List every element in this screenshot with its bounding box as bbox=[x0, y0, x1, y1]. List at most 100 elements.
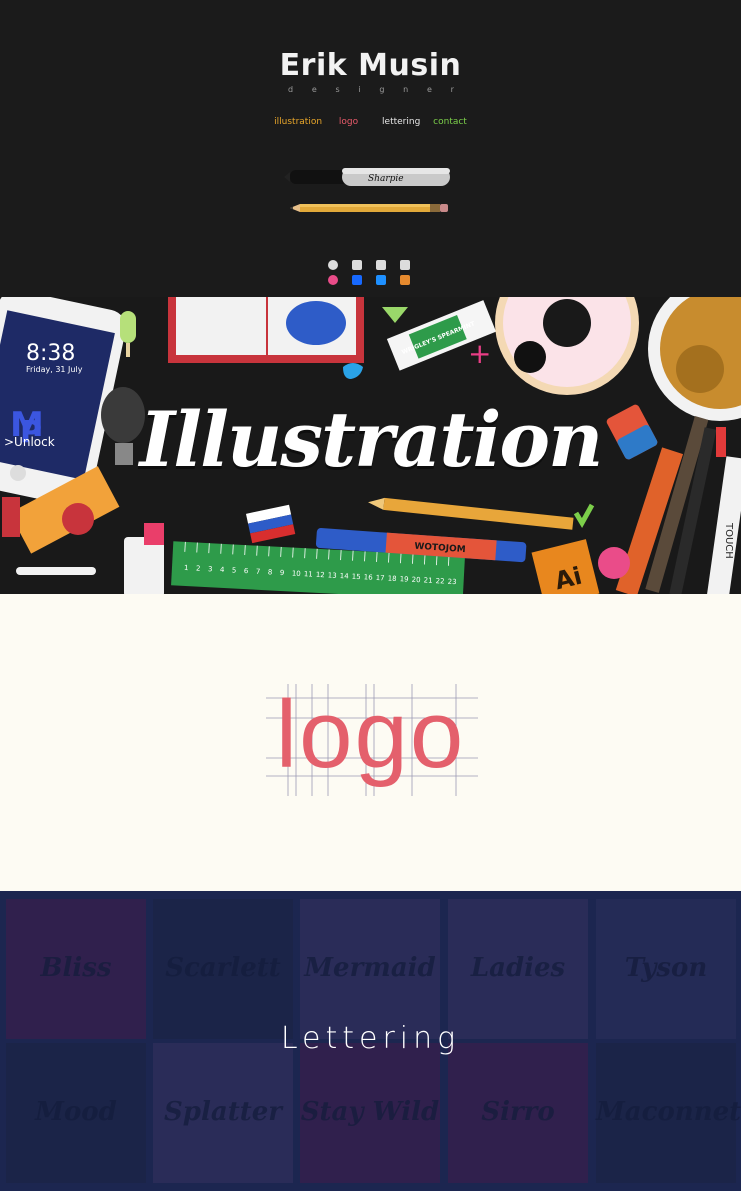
ruler-number: 10 bbox=[292, 570, 301, 578]
popsicle-stick bbox=[126, 343, 130, 357]
tile-label: Ladies bbox=[470, 953, 566, 983]
subtitle-letter: i bbox=[358, 85, 361, 94]
ruler-tick bbox=[424, 554, 426, 565]
lettering-tile[interactable]: Sirro bbox=[448, 1043, 588, 1183]
tile-label: Mermaid bbox=[304, 953, 436, 983]
dribbble-ball-icon bbox=[598, 547, 630, 579]
ruler-tick bbox=[220, 543, 222, 554]
notebook-illustration bbox=[168, 297, 364, 363]
ruler-tick bbox=[256, 545, 258, 556]
lettering-tile[interactable]: Ladies bbox=[448, 899, 588, 1039]
ruler-tick bbox=[268, 546, 270, 557]
bookmark-icon[interactable] bbox=[376, 260, 386, 270]
behance-icon[interactable] bbox=[352, 260, 362, 270]
instagram-icon[interactable] bbox=[400, 260, 410, 270]
lettering-title[interactable]: Lettering bbox=[0, 1021, 741, 1056]
instagram-color-icon[interactable] bbox=[400, 275, 410, 285]
lettering-tile[interactable]: Stay Wild bbox=[300, 1043, 440, 1183]
ruler-number: 16 bbox=[364, 573, 374, 581]
subtitle-letter: s bbox=[335, 85, 340, 94]
subtitle-letter: e bbox=[426, 85, 432, 94]
lettering-tile[interactable]: Mood bbox=[6, 1043, 146, 1183]
site-header: Erik Musin d e s i g n e r illustration … bbox=[0, 0, 741, 297]
pencil bbox=[290, 204, 448, 212]
nav-lettering[interactable]: lettering bbox=[382, 117, 420, 127]
sharpie-label: Sharpie bbox=[368, 174, 404, 184]
ruler-number: 14 bbox=[340, 572, 350, 580]
subtitle-letter: r bbox=[450, 85, 454, 94]
ruler-number: 23 bbox=[447, 578, 456, 586]
ruler-tick bbox=[304, 548, 306, 559]
behance-color-icon[interactable] bbox=[352, 275, 362, 285]
main-nav: illustration logo lettering contact bbox=[0, 117, 741, 127]
ruler-number: 12 bbox=[316, 571, 325, 579]
lettering-section[interactable]: Bliss Scarlett Mermaid Ladies Tyson Mood… bbox=[0, 891, 741, 1191]
ruler-number: 18 bbox=[387, 575, 396, 583]
lettering-tile[interactable]: Mermaid bbox=[300, 899, 440, 1039]
ruler-tick bbox=[352, 550, 354, 561]
lettering-tile[interactable]: Maconnet bbox=[596, 1043, 741, 1183]
ruler-tick bbox=[244, 545, 246, 556]
tile-label: Bliss bbox=[40, 953, 112, 983]
dribbble-color-icon[interactable] bbox=[328, 275, 338, 285]
ruler-tick bbox=[328, 549, 330, 560]
russia-flag bbox=[245, 504, 296, 544]
ruler-tick bbox=[364, 551, 366, 562]
dribbble-icon[interactable] bbox=[328, 260, 338, 270]
ruler-number: 13 bbox=[328, 571, 337, 579]
ruler-number: 20 bbox=[411, 576, 420, 584]
ruler-tick bbox=[292, 547, 294, 558]
lettering-tile[interactable]: Bliss bbox=[6, 899, 146, 1039]
ruler-number: 7 bbox=[256, 568, 261, 576]
ruler-number: 8 bbox=[268, 568, 273, 576]
ruler-tick bbox=[388, 552, 390, 563]
tile-label: Stay Wild bbox=[300, 1097, 440, 1127]
header-tools-illustration: Sharpie bbox=[284, 168, 450, 212]
ruler-number: 21 bbox=[423, 576, 432, 584]
subtitle-letter: d bbox=[288, 85, 294, 94]
tile-label: Mood bbox=[35, 1097, 117, 1127]
lettering-tile[interactable]: Tyson bbox=[596, 899, 736, 1039]
ruler-number: 15 bbox=[352, 573, 361, 581]
site-logo-subtitle: d e s i g n e r bbox=[288, 85, 454, 94]
tile-label: Splatter bbox=[164, 1097, 282, 1127]
tile-label: Maconnet bbox=[596, 1097, 741, 1127]
popsicle-shape bbox=[120, 311, 136, 343]
ruler-number: 1 bbox=[184, 564, 189, 572]
phone-clock: 8:38 bbox=[26, 341, 76, 366]
lettering-tile[interactable]: Scarlett bbox=[153, 899, 293, 1039]
tile-label: Tyson bbox=[624, 953, 708, 983]
ruler-number: 19 bbox=[399, 575, 408, 583]
nav-contact[interactable]: contact bbox=[433, 117, 467, 127]
donut-illustration bbox=[495, 297, 639, 395]
nav-illustration[interactable]: illustration bbox=[274, 117, 322, 127]
ruler-number: 11 bbox=[304, 570, 313, 578]
ruler-number: 9 bbox=[280, 569, 285, 577]
center-pencil bbox=[368, 497, 574, 530]
ruler-tick bbox=[208, 543, 210, 554]
site-logo-name[interactable]: Erik Musin bbox=[0, 48, 741, 83]
ruler-tick bbox=[436, 555, 438, 566]
social-links bbox=[328, 260, 414, 290]
adobe-illustrator-icon: Ai bbox=[531, 539, 600, 594]
lettering-tile[interactable]: Splatter bbox=[153, 1043, 293, 1183]
ruler-tick bbox=[400, 553, 402, 564]
ruler-number: 3 bbox=[208, 565, 213, 573]
subtitle-letter: n bbox=[403, 85, 409, 94]
ruler-number: 5 bbox=[232, 566, 237, 574]
ruler-tick bbox=[412, 553, 414, 564]
phone-date: Friday, 31 July bbox=[26, 365, 83, 374]
twitter-bird-icon bbox=[343, 363, 363, 379]
ruler-tick bbox=[376, 551, 378, 562]
checkmark-icon bbox=[573, 503, 595, 528]
illustration-section[interactable]: WRIGLEY'S SPEARMINT + TOUCH 1 2 3 4 5 6 … bbox=[0, 297, 741, 594]
bookmark-color-icon[interactable] bbox=[376, 275, 386, 285]
ruler-tick bbox=[184, 541, 186, 552]
ruler-number: 17 bbox=[376, 574, 385, 582]
tile-label: Sirro bbox=[481, 1097, 555, 1127]
ruler-tick bbox=[316, 548, 318, 559]
logo-word[interactable]: logo bbox=[0, 687, 741, 783]
ruler-tick bbox=[280, 546, 282, 557]
nav-logo[interactable]: logo bbox=[339, 117, 358, 127]
illustration-title[interactable]: Illustration bbox=[0, 395, 741, 484]
